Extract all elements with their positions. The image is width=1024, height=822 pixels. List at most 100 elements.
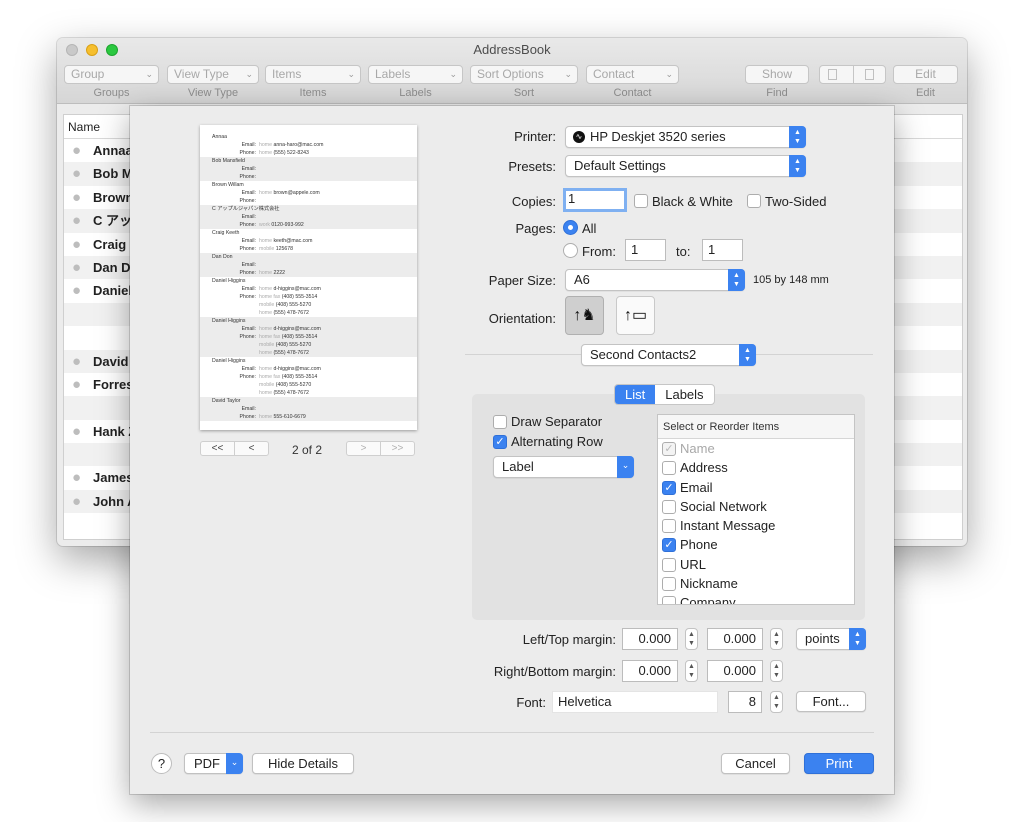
hide-details-button[interactable]: Hide Details [252,753,354,774]
item-row[interactable]: ✓ Name [658,439,854,458]
view-toggle-segment[interactable] [819,65,886,84]
item-checkbox[interactable] [662,577,676,592]
preview-entry-name: Craig Keeth [212,230,240,236]
contact-row[interactable]: ● Brown [64,186,132,209]
paper-size-popup[interactable]: A6 ▲ ▼ [565,269,745,291]
preview-field: Email: home d-higgins@mac.com [241,286,321,292]
item-row[interactable]: URL [658,555,854,574]
from-field[interactable]: 1 [625,239,666,261]
to-field[interactable]: 1 [702,239,743,261]
list-labels-tabs[interactable]: List Labels [614,384,715,405]
pdf-menu-button[interactable]: PDF ⌄ [184,753,243,774]
sort-options-popup[interactable]: Sort Options ⌄ [470,65,578,84]
contact-row[interactable]: ● Daniel [64,279,132,302]
cancel-button[interactable]: Cancel [721,753,790,774]
item-row[interactable]: Nickname [658,574,854,593]
pages-all-radio[interactable] [563,220,578,235]
groups-popup[interactable]: Group ⌄ [64,65,159,84]
item-checkbox[interactable]: ✓ [662,480,676,495]
landscape-orientation-button[interactable]: ↑▭ [616,296,655,335]
right-margin-stepper[interactable]: ▲ ▼ [685,660,698,682]
bottom-margin-field[interactable]: 0.000 [707,660,763,682]
top-margin-stepper[interactable]: ▲ ▼ [770,628,783,650]
contact-row[interactable]: ● C アッ [64,209,132,233]
item-row[interactable]: Social Network [658,497,854,516]
contact-row[interactable] [64,302,132,327]
next-page-button[interactable]: > [347,442,380,455]
previous-page-button[interactable]: < [234,442,268,455]
left-margin-field[interactable]: 0.000 [622,628,678,650]
items-list[interactable]: Select or Reorder Items ✓ Name Address ✓ Ema… [657,414,855,605]
label-popup[interactable]: Label ⌄ [493,456,634,478]
contact-row[interactable]: ● Craig [64,233,132,256]
item-row[interactable]: ✓ Phone [658,535,854,554]
popup-arrows-icon: ▲ ▼ [789,126,806,148]
contact-row[interactable]: ● Dan Do [64,255,132,280]
first-page-button[interactable]: << [201,442,234,455]
item-checkbox[interactable] [662,461,676,476]
preview-entry: Bob Mansfield Email: Phone: [200,157,417,181]
item-checkbox[interactable] [662,557,676,572]
labels-popup[interactable]: Labels ⌄ [368,65,463,84]
copies-field[interactable]: 1 [563,188,627,212]
contact-row[interactable] [64,326,132,349]
bottom-margin-stepper[interactable]: ▲ ▼ [770,660,783,682]
preview-field: Email: [241,166,256,172]
items-label: Items [299,87,327,99]
sidebar-view-icon [828,69,837,80]
contact-row[interactable]: ● Forres [64,373,132,396]
contact-row[interactable]: ● Bob M [64,162,132,186]
section-popup[interactable]: Second Contacts2 ▲ ▼ [581,344,756,366]
item-checkbox[interactable]: ✓ [662,538,676,553]
contact-name: Bob M [93,166,132,182]
contacts-list[interactable]: Name ● Annaa ● Bob M ● Brown ● C アッ ● Craig ● Dan D… [63,114,133,540]
contact-row[interactable]: ● James [64,466,132,489]
item-row[interactable]: Company [658,593,854,604]
draw-separator-checkbox[interactable] [493,415,507,429]
last-page-button[interactable]: >> [380,442,414,455]
contact-row[interactable] [64,396,132,420]
contact-row[interactable] [64,443,132,467]
item-row[interactable]: ✓ Email [658,478,854,497]
contact-detail-list[interactable] [893,114,963,540]
portrait-orientation-button[interactable]: ↑♞ [565,296,604,335]
edit-button[interactable]: Edit [893,65,958,84]
pages-range-radio[interactable] [563,243,578,258]
item-row[interactable]: Instant Message [658,516,854,535]
contact-row[interactable]: ● John A [64,489,132,514]
units-popup[interactable]: points ▲ ▼ [796,628,866,650]
view-type-popup[interactable]: View Type ⌄ [167,65,259,84]
name-column-header[interactable]: Name [64,115,132,139]
popup-arrows-icon: ▲ ▼ [789,155,806,177]
contact-popup[interactable]: Contact ⌄ [586,65,679,84]
contact-row[interactable]: ● Hank Z [64,420,132,443]
font-label: Font: [516,695,546,710]
left-margin-stepper[interactable]: ▲ ▼ [685,628,698,650]
black-white-checkbox[interactable] [634,194,648,208]
avatar-icon: ● [71,212,82,230]
show-button[interactable]: Show [745,65,809,84]
item-row[interactable]: Address [658,458,854,477]
tab-list[interactable]: List [615,385,656,404]
contact-row[interactable]: ● David [64,349,132,373]
preview-field: Phone: home fax (408) 555-3514 [239,294,318,300]
item-checkbox[interactable] [662,596,676,604]
contact-row[interactable]: ● Annaa [64,139,132,162]
right-margin-field[interactable]: 0.000 [622,660,678,682]
item-checkbox[interactable] [662,499,676,514]
font-size-stepper[interactable]: ▲ ▼ [770,691,783,713]
popup-arrows-icon: ▲ ▼ [739,344,756,366]
item-checkbox[interactable] [662,519,676,534]
top-margin-field[interactable]: 0.000 [707,628,763,650]
print-button[interactable]: Print [804,753,874,774]
presets-popup[interactable]: Default Settings ▲ ▼ [565,155,806,177]
font-name-field[interactable]: Helvetica [552,691,718,713]
help-button[interactable]: ? [151,753,172,774]
font-button[interactable]: Font... [796,691,866,712]
items-popup[interactable]: Items ⌄ [265,65,361,84]
alternating-row-checkbox[interactable]: ✓ [493,435,507,449]
two-sided-checkbox[interactable] [747,194,761,208]
printer-popup[interactable]: ∿ HP Deskjet 3520 series ▲ ▼ [565,126,806,148]
tab-labels[interactable]: Labels [655,385,713,404]
font-size-field[interactable]: 8 [728,691,762,713]
